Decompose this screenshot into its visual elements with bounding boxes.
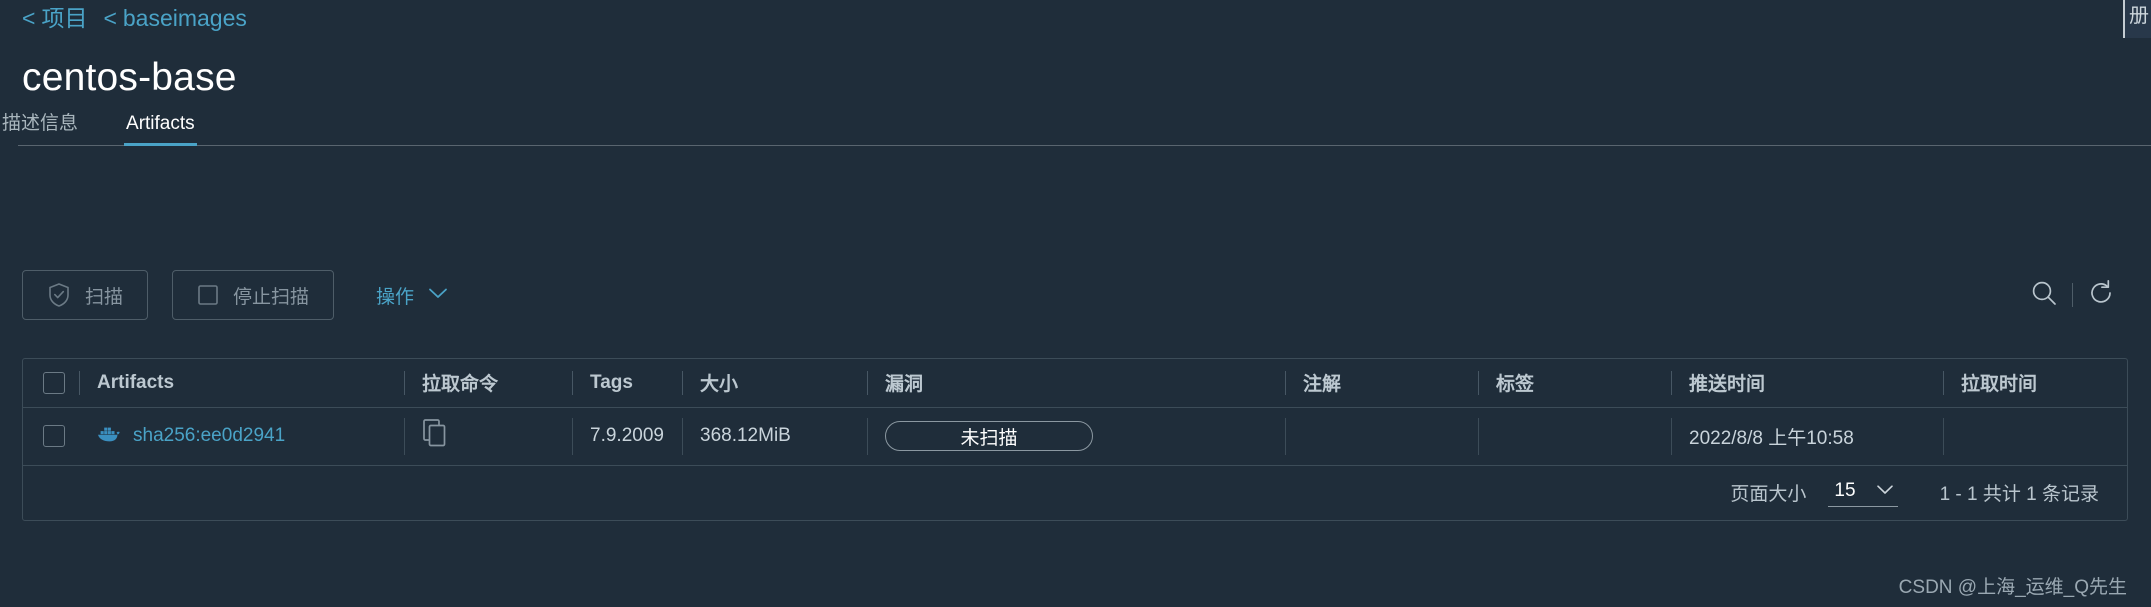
docker-whale-icon xyxy=(97,423,121,449)
tab-bar-divider xyxy=(18,145,2151,146)
select-all-checkbox[interactable] xyxy=(43,371,65,394)
breadcrumb-chevron-left-icon-2: < xyxy=(103,5,117,31)
breadcrumb-item-projects-label: 项目 xyxy=(41,5,88,31)
actions-dropdown[interactable]: 操作 xyxy=(376,282,448,309)
scan-button[interactable]: 扫描 xyxy=(22,270,149,320)
watermark: CSDN @上海_运维_Q先生 xyxy=(1898,577,2127,598)
status-badge[interactable]: 未扫描 xyxy=(885,421,1093,451)
cell-vulnerability: 未扫描 xyxy=(867,407,1285,466)
cell-size: 368.12MiB xyxy=(682,407,867,466)
tab-artifacts[interactable]: Artifacts xyxy=(124,113,197,146)
cell-label xyxy=(1478,407,1671,466)
column-header-size[interactable]: 大小 xyxy=(682,359,867,408)
stop-scan-button[interactable]: 停止扫描 xyxy=(172,270,335,320)
edge-panel-fragment: 册 xyxy=(2123,0,2151,38)
select-all-header xyxy=(23,359,79,408)
artifact-digest-link[interactable]: sha256:ee0d2941 xyxy=(133,425,285,447)
refresh-button[interactable] xyxy=(2077,271,2125,319)
breadcrumb-item-baseimages[interactable]: < baseimages xyxy=(103,7,246,30)
column-header-tags[interactable]: Tags xyxy=(572,359,682,408)
column-header-pull-time[interactable]: 拉取时间 xyxy=(1943,359,2127,408)
column-header-pull-command[interactable]: 拉取命令 xyxy=(404,359,572,408)
artifacts-table: Artifacts 拉取命令 Tags 大小 漏洞 注解 标签 推送时间 拉取时… xyxy=(23,359,2127,466)
pagination: 页面大小 15 1 - 1 共计 1 条记录 xyxy=(23,466,2127,520)
artifact-cell-content: sha256:ee0d2941 xyxy=(97,423,404,449)
breadcrumb-item-baseimages-label: baseimages xyxy=(122,5,247,31)
column-header-vulnerabilities[interactable]: 漏洞 xyxy=(867,359,1285,408)
column-header-labels[interactable]: 标签 xyxy=(1478,359,1671,408)
breadcrumb: < 项目 < baseimages xyxy=(22,7,247,30)
shield-icon xyxy=(47,282,71,308)
cell-push-time: 2022/8/8 上午10:58 xyxy=(1671,407,1943,466)
table-header: Artifacts 拉取命令 Tags 大小 漏洞 注解 标签 推送时间 拉取时… xyxy=(23,359,2127,408)
table-toolbar: 扫描 停止扫描 操作 xyxy=(0,265,2151,325)
table-body: sha256:ee0d2941 7.9.2009 368.12MiB 未扫描 2… xyxy=(23,407,2127,466)
actions-dropdown-label: 操作 xyxy=(376,286,415,308)
stop-square-icon xyxy=(197,284,219,306)
cell-annotation xyxy=(1285,407,1478,466)
stop-scan-button-label: 停止扫描 xyxy=(233,286,310,308)
search-button[interactable] xyxy=(2020,271,2068,319)
column-header-artifacts[interactable]: Artifacts xyxy=(79,359,404,408)
column-header-push-time[interactable]: 推送时间 xyxy=(1671,359,1943,408)
table-row[interactable]: sha256:ee0d2941 7.9.2009 368.12MiB 未扫描 2… xyxy=(23,407,2127,466)
toolbar-right-actions xyxy=(2020,271,2151,319)
refresh-icon xyxy=(2086,278,2116,313)
copy-icon[interactable] xyxy=(422,418,448,454)
app-page: 册 < 项目 < baseimages centos-base 描述信息 Artif… xyxy=(0,0,2151,607)
column-header-annotations[interactable]: 注解 xyxy=(1285,359,1478,408)
toolbar-icon-divider xyxy=(2072,283,2073,307)
table-header-row: Artifacts 拉取命令 Tags 大小 漏洞 注解 标签 推送时间 拉取时… xyxy=(23,359,2127,408)
search-icon xyxy=(2029,278,2059,313)
cell-artifact: sha256:ee0d2941 xyxy=(79,407,404,466)
pagination-total: 1 - 1 共计 1 条记录 xyxy=(1939,484,2099,505)
scan-button-label: 扫描 xyxy=(85,286,124,308)
tab-bar: 描述信息 Artifacts xyxy=(0,108,2151,146)
cell-pull-time xyxy=(1943,407,2127,466)
row-select-cell xyxy=(23,407,79,466)
page-size-label: 页面大小 xyxy=(1730,484,1807,505)
page-title: centos-base xyxy=(22,56,237,99)
row-checkbox[interactable] xyxy=(43,425,65,447)
cell-pull-command xyxy=(404,407,572,466)
page-size-value: 15 xyxy=(1834,480,1856,501)
tab-description[interactable]: 描述信息 xyxy=(0,108,80,146)
chevron-down-icon xyxy=(428,284,448,306)
artifacts-table-container: Artifacts 拉取命令 Tags 大小 漏洞 注解 标签 推送时间 拉取时… xyxy=(22,358,2128,521)
cell-tags: 7.9.2009 xyxy=(572,407,682,466)
chevron-down-icon-pagination xyxy=(1876,480,1894,502)
edge-panel-text: 册 xyxy=(2129,5,2149,27)
breadcrumb-chevron-left-icon: < xyxy=(22,5,36,31)
page-size-select[interactable]: 15 xyxy=(1828,478,1898,507)
breadcrumb-item-projects[interactable]: < 项目 xyxy=(22,7,87,30)
